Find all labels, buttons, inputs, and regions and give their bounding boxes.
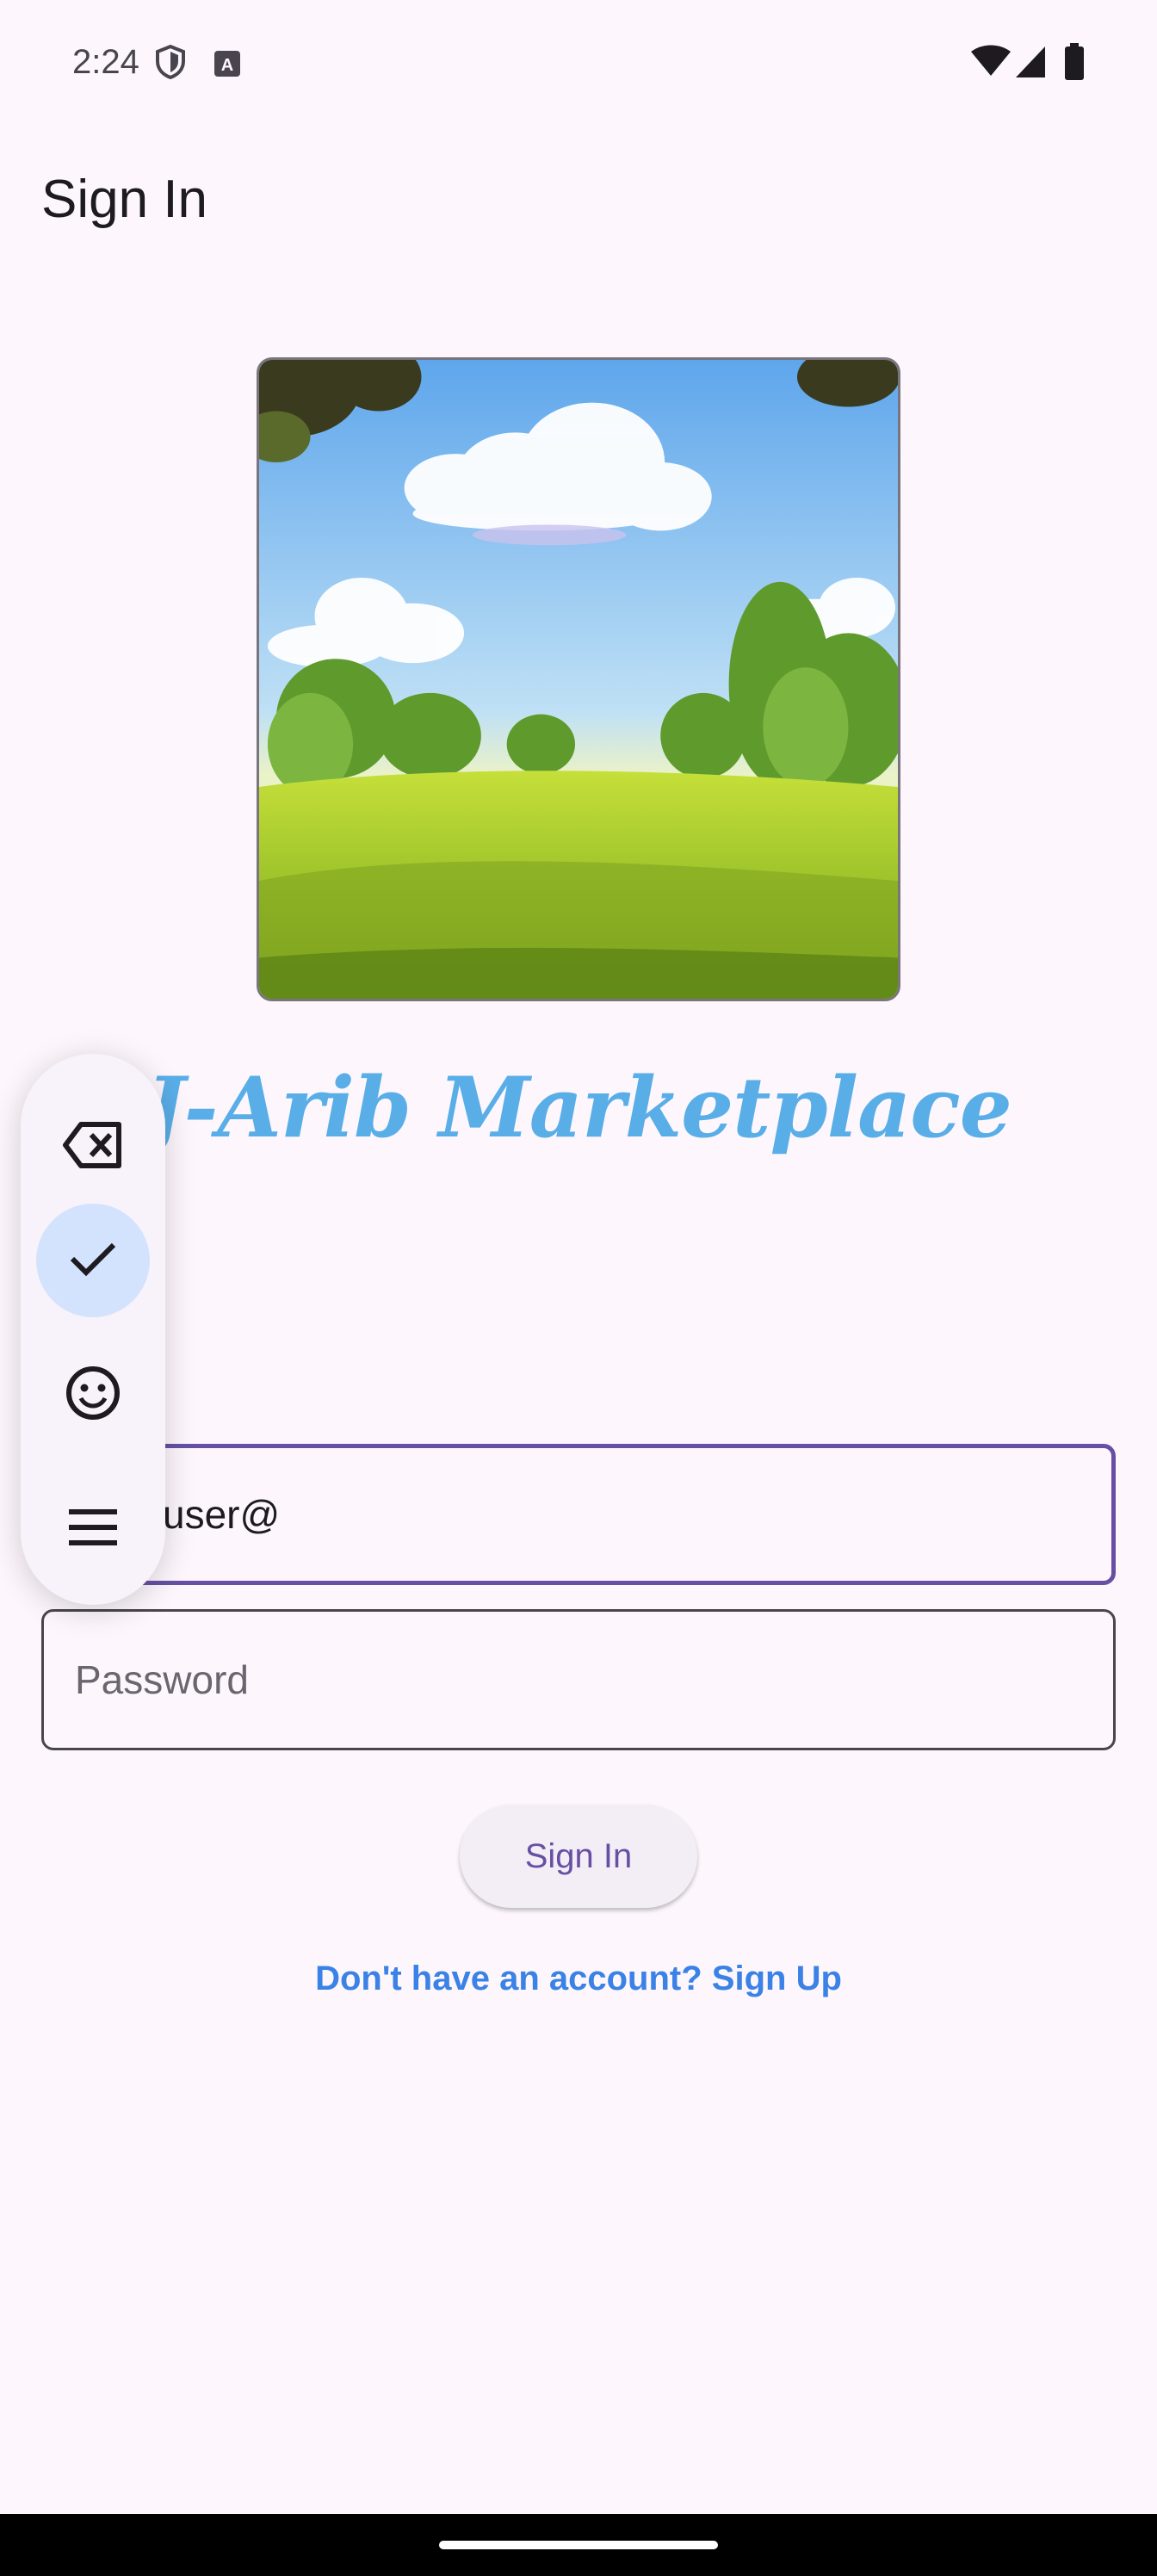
email-input[interactable] [46,1448,1111,1581]
emoji-button[interactable] [36,1338,150,1452]
status-time: 2:24 [72,43,139,81]
page-title: Sign In [41,170,208,229]
backspace-icon [62,1121,124,1173]
menu-icon [67,1508,119,1551]
email-field[interactable] [41,1444,1116,1585]
password-input[interactable] [44,1612,1113,1748]
svg-text:A: A [221,56,233,75]
keyboard-floating-toolbar [21,1054,165,1605]
home-gesture-handle[interactable] [439,2541,718,2549]
keyboard-a-icon: A [213,50,241,82]
menu-button[interactable] [36,1472,150,1586]
check-icon [69,1240,117,1282]
sign-in-button[interactable]: Sign In [460,1805,697,1908]
battery-icon [1064,43,1085,85]
done-button[interactable] [36,1204,150,1317]
status-bar: 2:24 A [0,0,1157,129]
landscape-image [257,357,900,1001]
backspace-button[interactable] [36,1090,150,1204]
password-field[interactable] [41,1609,1116,1750]
brand-logo-text: J-Arib Marketplace [145,1059,1012,1156]
wifi-icon [969,43,1012,82]
signal-icon [1014,45,1047,84]
sign-up-link[interactable]: Don't have an account? Sign Up [0,1960,1157,1998]
shield-icon [155,44,186,84]
emoji-icon [65,1365,121,1425]
